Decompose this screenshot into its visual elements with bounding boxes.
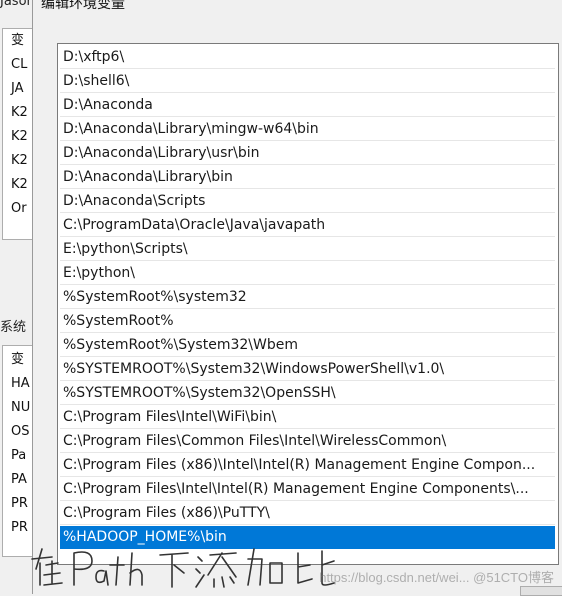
parent-variable-row[interactable]: 变 xyxy=(11,352,24,368)
path-entry[interactable]: D:\Anaconda\Library\bin xyxy=(60,166,555,189)
parent-variable-row[interactable]: K2 xyxy=(11,153,28,169)
dialog-title: 编辑环境变量 xyxy=(41,0,125,12)
parent-variable-row[interactable]: 变 xyxy=(11,33,24,49)
parent-window: Jason 变 CL JA K2 K2 K2 K2 Or 系统 变 HA NU OS Pa PA PR PR xyxy=(0,0,44,594)
path-entry[interactable]: %SystemRoot% xyxy=(60,310,555,333)
parent-variable-row[interactable]: OS xyxy=(11,424,29,440)
parent-variable-row[interactable]: K2 xyxy=(11,105,28,121)
path-entry[interactable]: C:\Program Files (x86)\PuTTY\ xyxy=(60,502,555,525)
path-entry[interactable]: D:\Anaconda xyxy=(60,94,555,117)
system-variables-label: 系统 xyxy=(0,320,27,335)
parent-variable-row[interactable]: PA xyxy=(11,472,27,488)
path-entry[interactable]: E:\python\Scripts\ xyxy=(60,238,555,261)
parent-variable-row[interactable]: K2 xyxy=(11,177,28,193)
parent-variable-row[interactable]: HA xyxy=(11,376,30,392)
path-entry[interactable]: E:\python\ xyxy=(60,262,555,285)
parent-variable-row[interactable]: Or xyxy=(11,201,27,217)
parent-variable-row[interactable]: NU xyxy=(11,400,30,416)
path-entry[interactable]: D:\Anaconda\Scripts xyxy=(60,190,555,213)
path-entry[interactable]: C:\Program Files\Intel\WiFi\bin\ xyxy=(60,406,555,429)
path-entry[interactable]: %SYSTEMROOT%\System32\WindowsPowerShell\… xyxy=(60,358,555,381)
watermark: https://blog.csdn.net/wei... @51CTO博客 xyxy=(319,570,554,585)
path-entry[interactable]: C:\Program Files\Common Files\Intel\Wire… xyxy=(60,430,555,453)
path-entry[interactable]: D:\xftp6\ xyxy=(60,46,555,69)
path-entry[interactable]: C:\Program Files (x86)\Intel\Intel(R) Ma… xyxy=(60,454,555,477)
path-entry[interactable]: %SYSTEMROOT%\System32\OpenSSH\ xyxy=(60,382,555,405)
path-entry[interactable]: D:\Anaconda\Library\usr\bin xyxy=(60,142,555,165)
dialog-button-edge[interactable] xyxy=(520,586,562,596)
parent-variable-row[interactable]: JA xyxy=(11,81,24,97)
path-entries-list[interactable]: D:\xftp6\ D:\shell6\ D:\Anaconda D:\Anacond… xyxy=(57,43,559,565)
path-entry-selected[interactable]: %HADOOP_HOME%\bin xyxy=(60,526,555,549)
path-entry[interactable]: D:\Anaconda\Library\mingw-w64\bin xyxy=(60,118,555,141)
parent-variable-row[interactable]: PR xyxy=(11,496,28,512)
edit-env-variable-dialog: 编辑环境变量 D:\xftp6\ D:\shell6\ D:\Anaconda D:\… xyxy=(32,0,562,594)
path-entry[interactable]: %SystemRoot%\system32 xyxy=(60,286,555,309)
path-entry[interactable]: C:\ProgramData\Oracle\Java\javapath xyxy=(60,214,555,237)
parent-window-title: Jason xyxy=(0,0,35,9)
parent-variable-row[interactable]: PR xyxy=(11,520,28,536)
path-entry[interactable]: D:\shell6\ xyxy=(60,70,555,93)
path-entry[interactable]: C:\Program Files\Intel\Intel(R) Manageme… xyxy=(60,478,555,501)
parent-variable-row[interactable]: Pa xyxy=(11,448,26,464)
parent-variable-row[interactable]: K2 xyxy=(11,129,28,145)
parent-variable-row[interactable]: CL xyxy=(11,57,27,73)
path-entry[interactable]: %SystemRoot%\System32\Wbem xyxy=(60,334,555,357)
